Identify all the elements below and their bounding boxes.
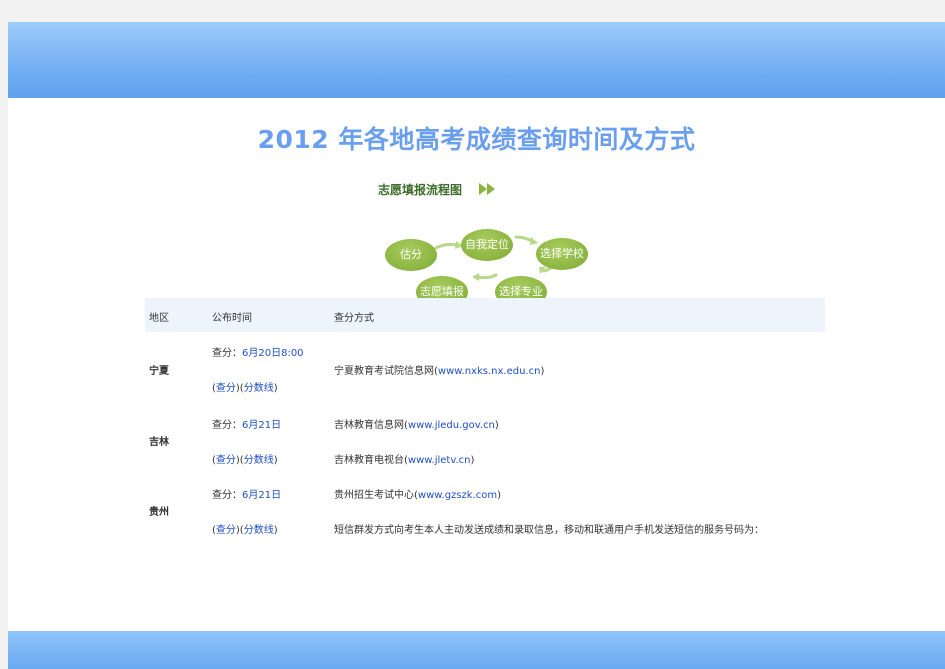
flow-step-self-position: 自我定位 <box>461 229 513 261</box>
table-header-row: 地区 公布时间 查分方式 <box>145 298 825 332</box>
header-region: 地区 <box>149 313 169 324</box>
score-line-link[interactable]: 分数线 <box>244 525 274 536</box>
time-cell: 查分：6月21日 <box>212 416 281 431</box>
link-group: (查分)(分数线) <box>212 455 278 466</box>
method-cell: 贵州招生考试中心(www.gzszk.com) <box>334 490 501 501</box>
method-url-link[interactable]: www.jletv.cn <box>408 455 471 466</box>
header-method: 查分方式 <box>334 313 374 324</box>
check-score-link[interactable]: 查分 <box>216 525 236 536</box>
time-prefix: 查分： <box>212 490 242 501</box>
time-value: 6月21日 <box>242 490 282 501</box>
time-value: 6月20日8:00 <box>242 348 304 359</box>
time-cell: 查分：6月21日 <box>212 486 281 501</box>
footer-banner <box>8 631 945 669</box>
time-prefix: 查分： <box>212 348 242 359</box>
method-cell: 吉林教育电视台(www.jletv.cn) <box>334 455 475 466</box>
time-prefix: 查分： <box>212 420 242 431</box>
link-group: (查分)(分数线) <box>212 525 278 536</box>
method-url-link[interactable]: www.gzszk.com <box>418 490 497 501</box>
header-time: 公布时间 <box>212 313 252 324</box>
score-line-link[interactable]: 分数线 <box>244 455 274 466</box>
flowchart-figure: 志愿填报流程图 估分 自我定位 选择学校 选择专业 志愿填报 <box>368 181 598 308</box>
method-cell: 短信群发方式向考生本人主动发送成绩和录取信息，移动和联通用户手机发送短信的服务号… <box>334 525 764 536</box>
check-score-link[interactable]: 查分 <box>216 455 236 466</box>
flow-step-choose-school: 选择学校 <box>536 238 588 270</box>
time-value: 6月21日 <box>242 420 282 431</box>
header-banner <box>8 22 945 98</box>
method-cell: 宁夏教育考试院信息网(www.nxks.nx.edu.cn) <box>334 366 545 377</box>
score-line-link[interactable]: 分数线 <box>244 383 274 394</box>
document-page: 2012 年各地高考成绩查询时间及方式 志愿填报流程图 估分 自我定位 选择学校 <box>8 22 945 669</box>
region-cell: 宁夏 <box>149 366 169 377</box>
region-cell: 贵州 <box>149 507 169 518</box>
page-title: 2012 年各地高考成绩查询时间及方式 <box>257 125 696 154</box>
link-group: (查分)(分数线) <box>212 383 278 394</box>
method-url-link[interactable]: www.jledu.gov.cn <box>408 420 495 431</box>
method-url-link[interactable]: www.nxks.nx.edu.cn <box>438 366 541 377</box>
time-cell: 查分：6月20日8:00 <box>212 344 304 359</box>
flow-step-estimate: 估分 <box>385 239 437 271</box>
region-cell: 吉林 <box>149 437 169 448</box>
method-cell: 吉林教育信息网(www.jledu.gov.cn) <box>334 420 499 431</box>
check-score-link[interactable]: 查分 <box>216 383 236 394</box>
